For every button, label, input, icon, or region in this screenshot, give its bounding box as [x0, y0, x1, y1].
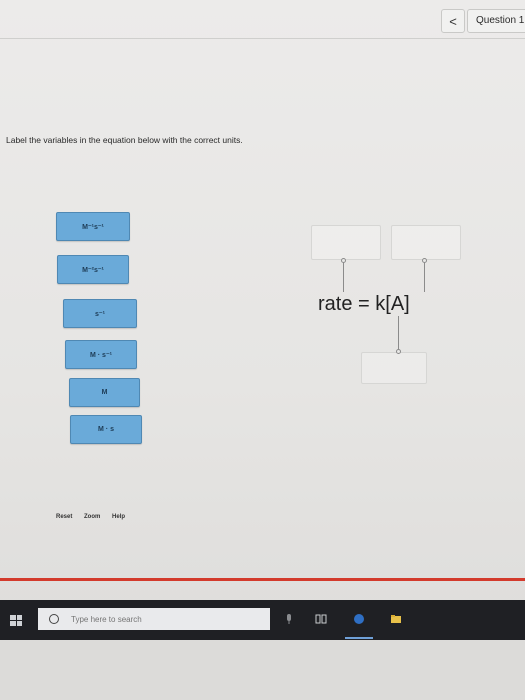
top-nav: < Question 1!	[0, 0, 525, 36]
unit-tile-m[interactable]: M	[69, 378, 140, 407]
accent-divider	[0, 578, 525, 581]
windows-start-icon[interactable]	[10, 615, 22, 626]
connector-anchor	[341, 258, 346, 263]
taskbar-search[interactable]	[38, 608, 270, 630]
drop-target-rate[interactable]	[311, 225, 381, 260]
previous-question-button[interactable]: <	[441, 9, 465, 33]
unit-tile-label: s⁻¹	[95, 310, 105, 318]
unit-tile-m-inv2-s-inv[interactable]: M⁻²s⁻¹	[57, 255, 129, 284]
unit-tile-m-inv-s-inv[interactable]: M⁻¹s⁻¹	[56, 212, 130, 241]
connector-anchor	[422, 258, 427, 263]
taskbar-search-input[interactable]	[69, 613, 243, 625]
unit-tile-label: M⁻²s⁻¹	[82, 266, 104, 274]
unit-tile-s-inv[interactable]: s⁻¹	[63, 299, 137, 328]
instruction-text: Label the variables in the equation belo…	[6, 135, 243, 145]
unit-tile-m-s-inv[interactable]: M · s⁻¹	[65, 340, 137, 369]
chevron-left-icon: <	[449, 13, 457, 29]
help-button[interactable]: Help	[112, 514, 125, 520]
header-divider	[0, 38, 525, 39]
drop-target-a[interactable]	[361, 352, 427, 384]
connector-line	[343, 262, 344, 292]
cortana-circle-icon	[49, 614, 59, 624]
zoom-button[interactable]: Zoom	[84, 514, 100, 520]
drop-target-k[interactable]	[391, 225, 461, 260]
rate-equation: rate = k[A]	[318, 293, 410, 315]
question-label: Question 1!	[476, 15, 525, 26]
monitor-bezel	[0, 640, 525, 700]
task-view-icon[interactable]	[315, 613, 327, 625]
unit-tile-m-s[interactable]: M · s	[70, 415, 142, 444]
unit-tile-label: M · s	[98, 426, 114, 433]
connector-line	[424, 262, 425, 292]
tool-controls: Reset Zoom Help	[56, 514, 135, 520]
file-explorer-icon[interactable]	[390, 613, 402, 625]
unit-tile-label: M⁻¹s⁻¹	[82, 223, 104, 231]
active-app-indicator	[345, 637, 373, 639]
microphone-icon[interactable]	[283, 613, 295, 625]
unit-tile-label: M	[101, 389, 108, 396]
unit-tile-label: M · s⁻¹	[90, 351, 112, 359]
question-selector[interactable]: Question 1!	[467, 9, 525, 33]
reset-button[interactable]: Reset	[56, 514, 72, 520]
browser-page: < Question 1! Label the variables in the…	[0, 0, 525, 640]
connector-anchor	[396, 349, 401, 354]
edge-browser-icon[interactable]	[353, 613, 365, 625]
windows-taskbar	[0, 600, 525, 640]
